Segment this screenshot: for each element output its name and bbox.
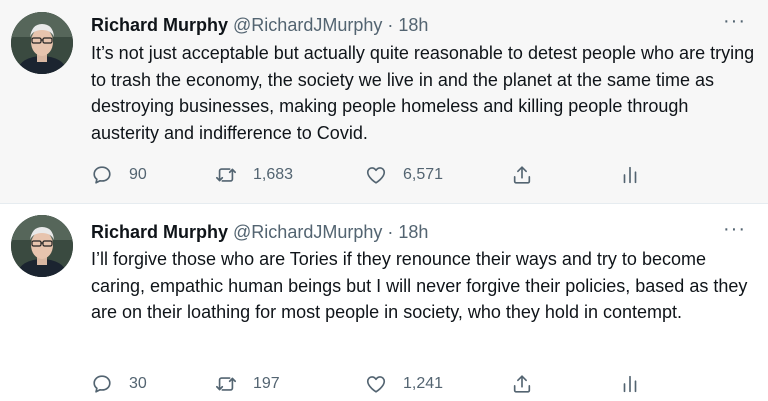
- tweet-text: It’s not just acceptable but actually qu…: [91, 43, 755, 143]
- like-button[interactable]: 6,571: [365, 163, 443, 187]
- retweet-count: 1,683: [253, 166, 294, 183]
- retweet-button[interactable]: 197: [215, 372, 280, 396]
- heart-icon: [366, 376, 386, 393]
- reply-count: 30: [129, 375, 147, 392]
- share-upload-icon: [513, 375, 531, 393]
- speech-bubble-icon: [93, 375, 111, 393]
- timestamp[interactable]: 18h: [398, 15, 428, 35]
- action-bar: 30 197 1,241: [91, 372, 651, 396]
- reply-button[interactable]: 90: [91, 163, 147, 187]
- share-button[interactable]: [511, 372, 533, 396]
- bar-chart-icon: [623, 375, 637, 393]
- action-bar: 90 1,683 6,571: [91, 163, 651, 187]
- speech-bubble-icon: [93, 166, 111, 184]
- tweet-header: Richard Murphy @RichardJMurphy · 18h: [91, 221, 428, 243]
- tweet-header: Richard Murphy @RichardJMurphy · 18h: [91, 14, 428, 36]
- tweet[interactable]: Richard Murphy @RichardJMurphy · 18h ···…: [0, 203, 768, 401]
- author-handle[interactable]: @RichardJMurphy: [233, 15, 382, 35]
- more-options-icon[interactable]: ···: [723, 218, 746, 241]
- heart-icon: [366, 167, 386, 184]
- retweet-arrows-icon: [216, 377, 236, 391]
- separator-dot: ·: [387, 15, 394, 35]
- retweet-arrows-icon: [216, 168, 236, 182]
- reply-count: 90: [129, 166, 147, 183]
- more-options-icon[interactable]: ···: [723, 10, 746, 33]
- analytics-button[interactable]: [619, 372, 641, 396]
- timestamp[interactable]: 18h: [398, 222, 428, 242]
- author-handle[interactable]: @RichardJMurphy: [233, 222, 382, 242]
- like-button[interactable]: 1,241: [365, 372, 443, 396]
- analytics-button[interactable]: [619, 163, 641, 187]
- author-name[interactable]: Richard Murphy: [91, 15, 228, 35]
- share-upload-icon: [513, 166, 531, 184]
- like-count: 1,241: [403, 375, 444, 392]
- tweet-text: I’ll forgive those who are Tories if the…: [91, 249, 748, 322]
- author-name[interactable]: Richard Murphy: [91, 222, 228, 242]
- reply-button[interactable]: 30: [91, 372, 147, 396]
- avatar[interactable]: [11, 215, 73, 277]
- separator-dot: ·: [387, 222, 394, 242]
- retweet-count: 197: [253, 375, 280, 392]
- share-button[interactable]: [511, 163, 533, 187]
- retweet-button[interactable]: 1,683: [215, 163, 293, 187]
- bar-chart-icon: [623, 166, 637, 184]
- avatar[interactable]: [11, 12, 73, 74]
- like-count: 6,571: [403, 166, 444, 183]
- tweet[interactable]: Richard Murphy @RichardJMurphy · 18h ···…: [0, 0, 768, 203]
